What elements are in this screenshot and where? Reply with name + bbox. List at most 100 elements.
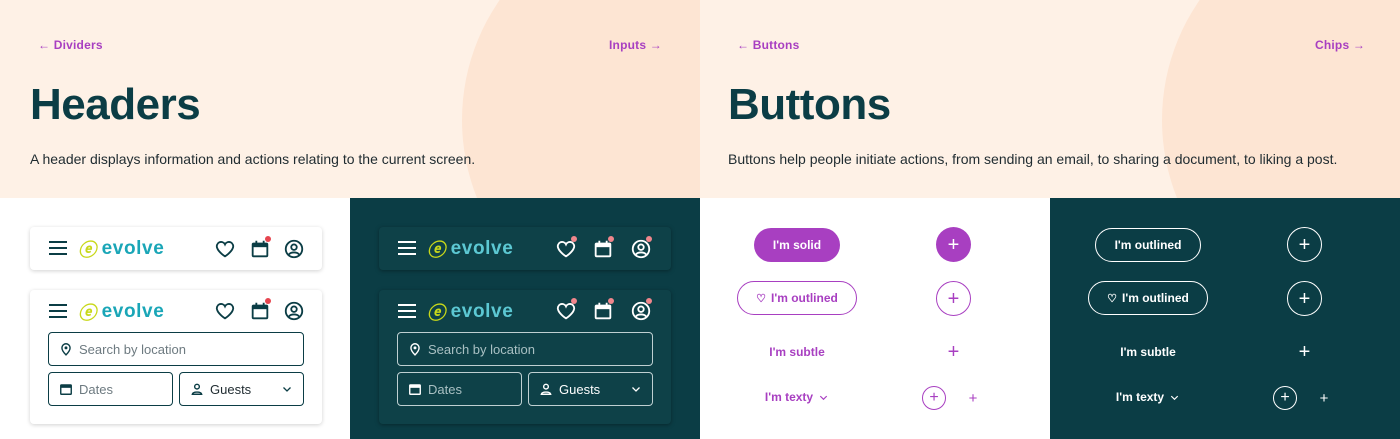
solid-add-button[interactable]: + <box>936 227 971 262</box>
dark-header-demo: ⓔ evolve ⓔ evolve Search by location Dat… <box>350 198 700 439</box>
texty-button[interactable]: I'm texty <box>752 380 842 414</box>
outlined-add-button[interactable]: + <box>1287 227 1322 262</box>
small-texty-add-button[interactable]: + <box>963 388 983 408</box>
hamburger-icon[interactable] <box>398 304 416 318</box>
plus-icon: + <box>947 233 960 256</box>
subtle-button-label: I'm subtle <box>769 345 825 359</box>
subtle-button-label: I'm subtle <box>1120 345 1176 359</box>
subtle-button[interactable]: I'm subtle <box>757 335 837 369</box>
texty-button-label: I'm texty <box>764 390 814 404</box>
heart-notification-dot <box>571 298 577 304</box>
logo-mark-icon: ⓔ <box>427 240 446 260</box>
calendar-notification-dot <box>608 298 614 304</box>
subtle-add-button[interactable]: + <box>936 334 971 369</box>
small-texty-add-button[interactable]: + <box>1314 388 1334 408</box>
header-card-search: ⓔ evolve Search by location Dates Guests <box>379 290 671 424</box>
dates-input[interactable]: Dates <box>397 372 522 406</box>
prev-link-dividers[interactable]: ← Dividers <box>38 38 103 52</box>
outlined-button-label: I'm outlined <box>1122 291 1189 305</box>
header-card-compact: ⓔ evolve <box>30 227 322 270</box>
plus-icon: + <box>1280 389 1290 406</box>
headers-panel: ← Dividers Inputs → Headers A header dis… <box>0 0 700 439</box>
next-link-chips[interactable]: Chips → <box>1315 38 1365 52</box>
calendar-notification-dot <box>608 236 614 242</box>
guests-label: Guests <box>210 381 252 397</box>
prev-link-buttons[interactable]: ← Buttons <box>737 38 799 52</box>
heart-notification-dot <box>571 236 577 242</box>
user-icon[interactable] <box>283 238 305 260</box>
texty-button[interactable]: I'm texty <box>1103 380 1193 414</box>
solid-button[interactable]: I'm solid <box>754 228 840 262</box>
search-placeholder: Search by location <box>428 341 535 357</box>
hamburger-icon[interactable] <box>49 304 67 318</box>
outlined-button[interactable]: ♡ I'm outlined <box>737 281 857 315</box>
guests-label: Guests <box>559 381 601 397</box>
hamburger-icon[interactable] <box>398 241 416 255</box>
page-title: Headers <box>30 80 201 129</box>
logo-text: evolve <box>101 238 165 259</box>
page-description: A header displays information and action… <box>30 151 476 167</box>
heart-icon[interactable] <box>214 238 236 260</box>
chevron-down-icon <box>1170 395 1179 400</box>
subtle-button[interactable]: I'm subtle <box>1108 335 1188 369</box>
logo[interactable]: ⓔ evolve <box>78 236 164 262</box>
plus-icon: + <box>947 287 960 310</box>
page-description: Buttons help people initiate actions, fr… <box>728 151 1338 167</box>
dates-input[interactable]: Dates <box>48 372 173 406</box>
solid-button-label: I'm solid <box>772 238 822 252</box>
outlined-add-button[interactable]: + <box>936 281 971 316</box>
header-card-compact: ⓔ evolve <box>379 227 671 270</box>
user-notification-dot <box>646 298 652 304</box>
outlined-icon-button[interactable]: ♡ I'm outlined <box>1088 281 1208 315</box>
small-outlined-add-button[interactable]: + <box>922 386 946 410</box>
user-notification-dot <box>646 236 652 242</box>
plus-icon: + <box>1319 389 1329 407</box>
heart-icon[interactable] <box>214 300 236 322</box>
chevron-down-icon <box>632 387 640 392</box>
outlined-add-button[interactable]: + <box>1287 281 1322 316</box>
guests-select[interactable]: Guests <box>179 372 304 406</box>
outlined-button[interactable]: I'm outlined <box>1095 228 1201 262</box>
logo-mark-icon: ⓔ <box>78 240 97 260</box>
plus-icon: + <box>1298 287 1311 310</box>
hero-blob <box>1162 0 1400 198</box>
logo-text: evolve <box>450 301 514 322</box>
buttons-panel: ← Buttons Chips → Buttons Buttons help p… <box>700 0 1400 439</box>
buttons-hero: ← Buttons Chips → Buttons Buttons help p… <box>700 0 1400 198</box>
plus-icon: + <box>968 389 978 407</box>
logo[interactable]: ⓔ evolve <box>427 299 513 325</box>
logo[interactable]: ⓔ evolve <box>78 299 164 325</box>
next-link-inputs[interactable]: Inputs → <box>609 38 662 52</box>
small-outlined-add-button[interactable]: + <box>1273 386 1297 410</box>
dates-placeholder: Dates <box>428 381 462 397</box>
texty-button-label: I'm texty <box>1115 390 1165 404</box>
light-buttons-demo: I'm solid + ♡ I'm outlined + I'm subtle … <box>700 198 1050 439</box>
logo-text: evolve <box>450 238 514 259</box>
calendar-icon <box>60 384 72 395</box>
header-card-search: ⓔ evolve Search by location Dates Guests <box>30 290 322 424</box>
guests-select[interactable]: Guests <box>528 372 653 406</box>
page-title: Buttons <box>728 80 891 129</box>
plus-icon: + <box>947 340 960 363</box>
calendar-notification-dot <box>265 236 271 242</box>
outlined-button-label: I'm outlined <box>771 291 838 305</box>
user-icon <box>191 383 203 395</box>
plus-icon: + <box>1298 233 1311 256</box>
plus-icon: + <box>1298 340 1311 363</box>
chevron-down-icon <box>819 395 828 400</box>
dark-buttons-demo: I'm outlined + ♡ I'm outlined + I'm subt… <box>1050 198 1400 439</box>
hero-blob <box>462 0 700 198</box>
user-icon <box>540 383 552 395</box>
heart-icon: ♡ <box>1107 292 1117 305</box>
logo[interactable]: ⓔ evolve <box>427 236 513 262</box>
subtle-add-button[interactable]: + <box>1287 334 1322 369</box>
calendar-notification-dot <box>265 298 271 304</box>
search-input[interactable]: Search by location <box>48 332 304 366</box>
calendar-icon <box>409 384 421 395</box>
user-icon[interactable] <box>283 300 305 322</box>
search-input[interactable]: Search by location <box>397 332 653 366</box>
location-pin-icon <box>61 343 71 356</box>
hamburger-icon[interactable] <box>49 241 67 255</box>
heart-icon: ♡ <box>756 292 766 305</box>
search-placeholder: Search by location <box>79 341 186 357</box>
